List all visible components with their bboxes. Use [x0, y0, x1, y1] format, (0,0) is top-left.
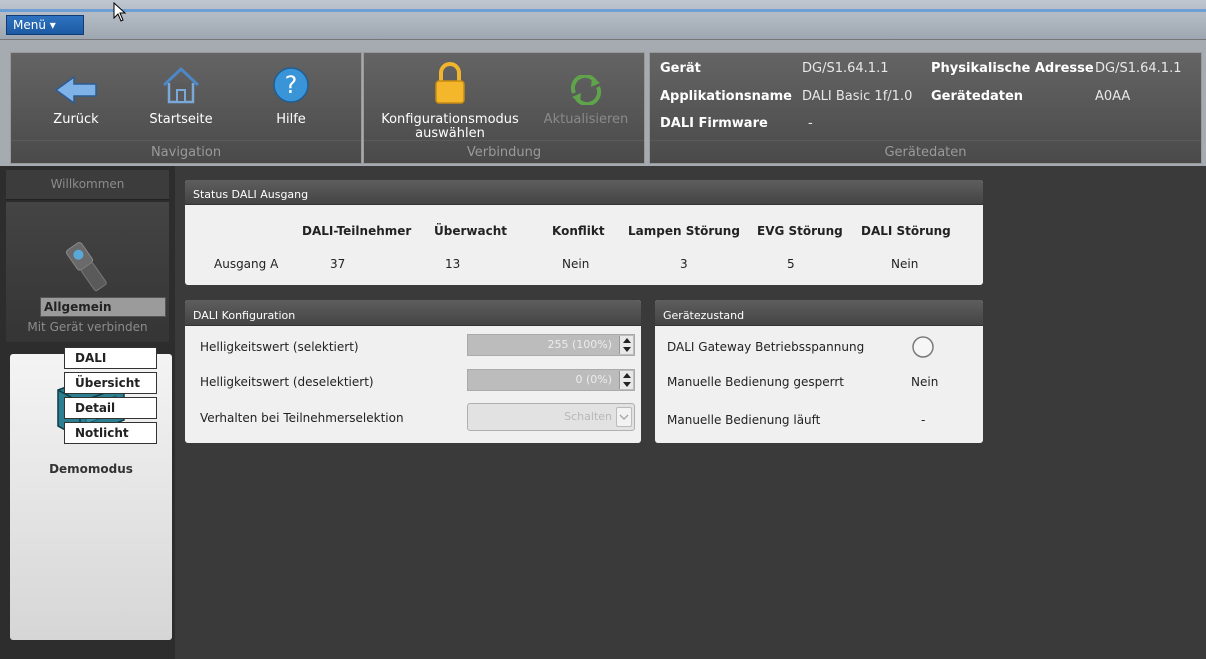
back-label: Zurück — [53, 112, 99, 127]
brightness-deselected-stepper[interactable]: 0 (0%) — [467, 369, 635, 391]
demo-label: Demomodus — [49, 462, 133, 476]
sidebar-item-welcome[interactable]: Willkommen — [6, 170, 169, 200]
brightness-selected-stepper[interactable]: 255 (100%) — [467, 334, 635, 356]
config-panel-title: DALI Konfiguration — [185, 300, 641, 326]
brightness-selected-value: 255 (100%) — [547, 338, 612, 351]
physical-address-value: DG/S1.64.1.1 — [1095, 61, 1182, 76]
refresh-label: Aktualisieren — [543, 112, 629, 127]
svg-text:?: ? — [285, 71, 298, 99]
menu-bar: Menü ▾ — [0, 0, 1206, 40]
title-accent-line — [0, 9, 1206, 12]
selection-behaviour-value: Schalten — [564, 410, 612, 423]
device-value: DG/S1.64.1.1 — [802, 61, 889, 76]
col-header-ecg-failure: EVG Störung — [757, 224, 843, 238]
tree-item-general[interactable]: Allgemein — [40, 297, 166, 317]
config-panel: DALI Konfiguration Helligkeitswert (sele… — [185, 300, 641, 443]
back-button[interactable]: Zurück — [41, 59, 111, 127]
brightness-deselected-value: 0 (0%) — [575, 373, 612, 386]
navigation-caption: Navigation — [150, 145, 222, 160]
device-data-value: A0AA — [1095, 89, 1131, 104]
menu-button[interactable]: Menü ▾ — [6, 15, 84, 35]
value-monitored: 13 — [445, 257, 461, 271]
usb-plug-icon — [65, 242, 107, 292]
refresh-button[interactable]: Aktualisieren — [536, 59, 636, 127]
mouse-cursor-icon — [113, 2, 127, 22]
brightness-selected-label: Helligkeitswert (selektiert) — [200, 340, 359, 354]
brightness-deselected-label: Helligkeitswert (deselektiert) — [200, 375, 374, 389]
device-data-group: Gerät DG/S1.64.1.1 Applikationsname DALI… — [649, 52, 1202, 164]
tree-item-detail[interactable]: Detail — [64, 397, 157, 419]
help-label: Hilfe — [276, 112, 306, 127]
device-state-panel: Gerätezustand DALI Gateway Betriebsspann… — [655, 300, 983, 443]
device-state-panel-title: Gerätezustand — [655, 300, 983, 326]
col-header-lamp-failure: Lampen Störung — [628, 224, 740, 238]
value-conflict: Nein — [562, 257, 590, 271]
supply-voltage-label: DALI Gateway Betriebsspannung — [667, 340, 865, 354]
status-panel-title: Status DALI Ausgang — [185, 180, 983, 205]
col-header-conflict: Konflikt — [552, 224, 605, 238]
connect-label: Mit Gerät verbinden — [27, 320, 148, 334]
firmware-value: - — [808, 116, 813, 131]
firmware-label: DALI Firmware — [660, 116, 768, 131]
config-mode-button[interactable]: Konfigurationsmodus auswählen — [370, 59, 530, 141]
selection-behaviour-label: Verhalten bei Teilnehmerselektion — [200, 411, 404, 425]
connection-caption: Verbindung — [466, 145, 542, 160]
device-data-label: Gerätedaten — [931, 89, 1024, 104]
value-lamp-failure: 3 — [680, 257, 688, 271]
manual-locked-label: Manuelle Bedienung gesperrt — [667, 375, 844, 389]
tree-item-emergency-light[interactable]: Notlicht — [64, 422, 157, 444]
connection-group: Konfigurationsmodus auswählen Aktualisie… — [363, 52, 645, 164]
back-arrow-icon — [54, 75, 97, 105]
home-label: Startseite — [149, 112, 213, 127]
lock-icon — [435, 62, 465, 104]
value-ecg-failure: 5 — [787, 257, 795, 271]
chevron-down-icon — [616, 407, 632, 427]
value-participants: 37 — [330, 257, 346, 271]
device-label: Gerät — [660, 61, 701, 76]
manual-locked-value: Nein — [911, 375, 939, 389]
app-name-label: Applikationsname — [660, 89, 792, 104]
ribbon: Zurück Startseite ? Hilfe Navigation Kon… — [0, 40, 1206, 166]
col-header-dali-failure: DALI Störung — [861, 224, 951, 238]
tree-item-dali[interactable]: DALI — [64, 347, 157, 369]
navigation-group: Zurück Startseite ? Hilfe Navigation — [10, 52, 362, 164]
tree-item-overview[interactable]: Übersicht — [64, 372, 157, 394]
status-indicator-icon — [912, 336, 934, 358]
physical-address-label: Physikalische Adresse — [931, 61, 1094, 76]
refresh-icon — [570, 75, 602, 105]
col-header-monitored: Überwacht — [434, 224, 507, 238]
sidebar: Willkommen Mit Gerät verbinden Demomodus… — [0, 166, 175, 659]
sidebar-item-connect[interactable]: Mit Gerät verbinden — [6, 202, 169, 342]
help-button[interactable]: ? Hilfe — [261, 59, 321, 127]
manual-running-value: - — [921, 413, 926, 427]
help-icon: ? — [273, 67, 309, 103]
col-header-participants: DALI-Teilnehmer — [302, 224, 412, 238]
app-name-value: DALI Basic 1f/1.0 — [802, 89, 913, 104]
config-mode-label: Konfigurationsmodus auswählen — [381, 112, 519, 141]
stepper-arrows-icon[interactable] — [619, 371, 633, 389]
manual-running-label: Manuelle Bedienung läuft — [667, 413, 821, 427]
selection-behaviour-select[interactable]: Schalten — [467, 403, 635, 431]
home-button[interactable]: Startseite — [141, 59, 221, 127]
home-icon — [162, 66, 200, 104]
status-panel: Status DALI Ausgang DALI-Teilnehmer Über… — [185, 180, 983, 285]
value-dali-failure: Nein — [891, 257, 919, 271]
row-label-output-a: Ausgang A — [214, 257, 279, 271]
stepper-arrows-icon[interactable] — [619, 336, 633, 354]
device-data-caption: Gerätedaten — [884, 145, 967, 160]
